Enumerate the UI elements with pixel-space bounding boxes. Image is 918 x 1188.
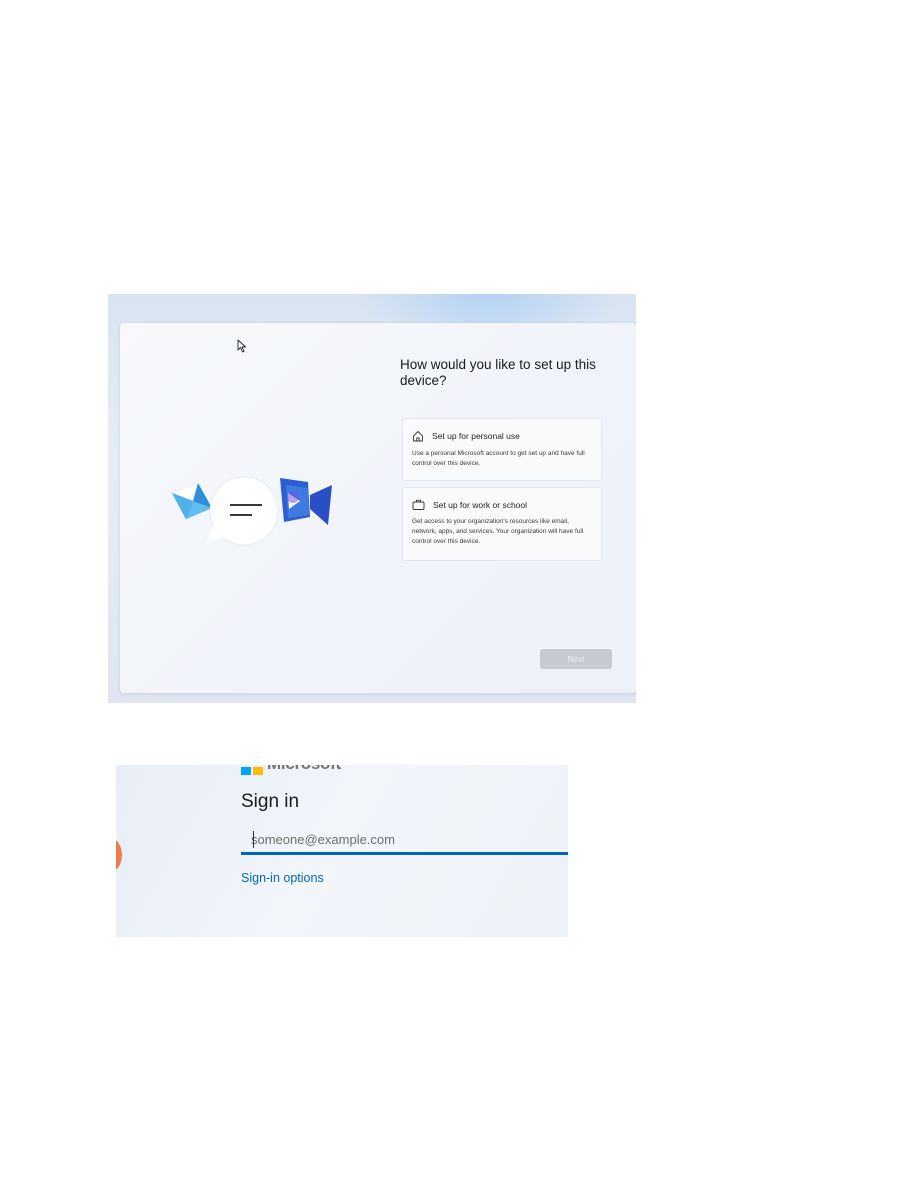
home-icon (413, 431, 423, 442)
setup-card: How would you like to set up this device… (120, 323, 636, 693)
chat-bubble-icon (206, 476, 279, 546)
mouse-pointer-icon (237, 339, 246, 353)
signin-options-link[interactable]: Sign-in options (241, 871, 324, 885)
next-button[interactable]: Next (540, 649, 612, 669)
text-caret (253, 831, 254, 848)
option-title: Set up for work or school (433, 499, 528, 510)
option-title: Set up for personal use (432, 431, 520, 441)
option-description: Get access to your organization's resour… (412, 518, 584, 545)
microsoft-signin-screenshot: Microsoft Sign in Sign-in options (116, 765, 568, 937)
decorative-orange-shape (116, 837, 122, 873)
email-input[interactable] (241, 826, 568, 855)
personal-use-option[interactable]: Set up for personal use Use a personal M… (402, 418, 602, 481)
video-camera-icon (280, 478, 332, 525)
microsoft-wordmark: Microsoft (267, 765, 341, 774)
work-or-school-option[interactable]: Set up for work or school Get access to … (402, 487, 602, 561)
oobe-setup-screenshot: How would you like to set up this device… (108, 294, 636, 703)
option-description: Use a personal Microsoft account to get … (412, 450, 585, 467)
briefcase-icon (412, 499, 425, 510)
signin-title: Sign in (241, 791, 300, 812)
mail-envelope-icon (172, 483, 212, 519)
communication-illustration (172, 476, 332, 546)
microsoft-logo-icon (241, 765, 263, 775)
setup-heading: How would you like to set up this device… (400, 357, 596, 388)
